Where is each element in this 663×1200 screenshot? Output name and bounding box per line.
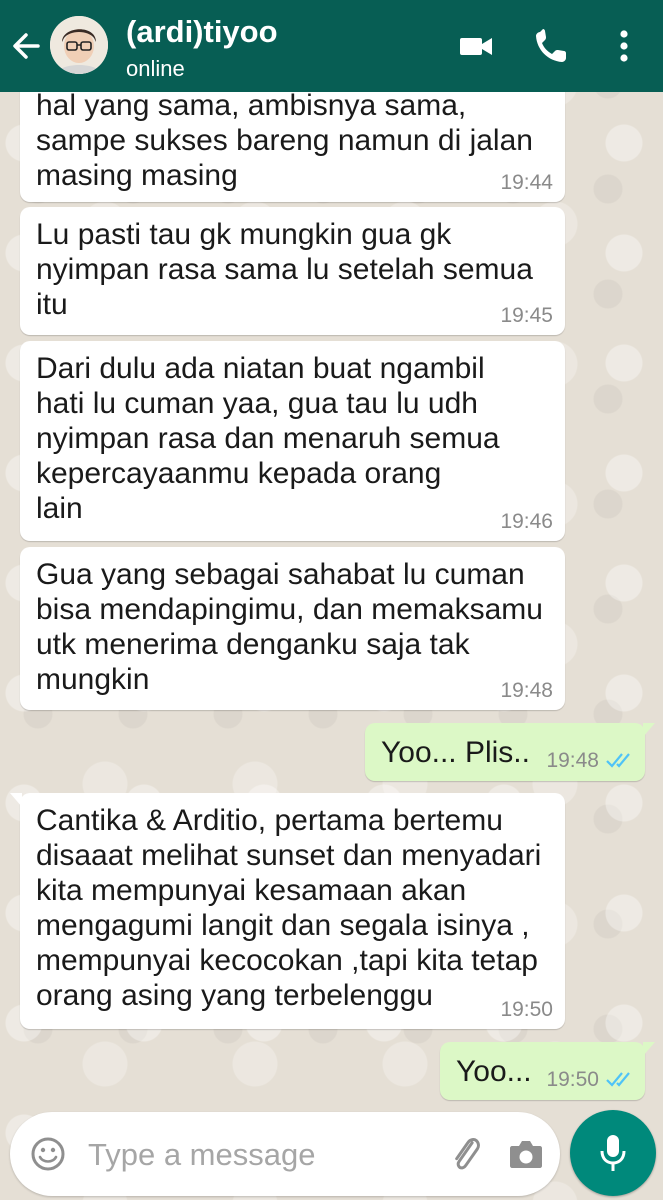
emoji-icon — [31, 1137, 65, 1171]
message-time: 19:50 — [546, 1068, 599, 1091]
message-composer — [10, 1112, 560, 1196]
arrow-left-icon — [13, 33, 40, 59]
message-time: 19:44 — [500, 171, 553, 194]
message-bubble-outgoing[interactable]: Yoo... Plis.. 19:48 — [365, 723, 655, 781]
message-time: 19:46 — [500, 510, 553, 533]
bubble-tail — [643, 723, 655, 737]
bubble-tail — [10, 793, 22, 807]
contact-status: online — [126, 56, 185, 81]
double-check-read-icon — [606, 1072, 630, 1087]
message-bubble-incoming[interactable]: Cantika & Arditio, pertama bertemu disaa… — [10, 793, 565, 1029]
camera-button[interactable] — [504, 1132, 548, 1176]
contact-name[interactable]: (ardi)tiyoo — [126, 14, 278, 50]
back-button[interactable] — [8, 28, 48, 64]
message-time: 19:48 — [500, 679, 553, 702]
message-text: Cantika & Arditio, pertama bertemu disaa… — [36, 804, 542, 1012]
message-text: Gua yang sebagai sahabat lu cuman bisa m… — [36, 558, 543, 696]
mic-icon — [600, 1135, 626, 1171]
message-bubble-outgoing[interactable]: Yoo... 19:50 — [440, 1042, 655, 1100]
contact-avatar[interactable] — [50, 16, 108, 74]
voice-call-icon — [536, 29, 566, 62]
more-vert-icon — [620, 30, 628, 62]
voice-call-button[interactable] — [532, 26, 570, 66]
camera-icon — [510, 1141, 542, 1168]
message-time: 19:50 — [500, 998, 553, 1021]
video-call-icon — [460, 38, 492, 55]
message-time: 19:45 — [500, 304, 553, 327]
mic-button[interactable] — [570, 1110, 656, 1196]
video-call-button[interactable] — [458, 26, 494, 66]
message-bubble-incoming[interactable]: Dari dulu ada niatan buat ngambil hati l… — [20, 341, 565, 541]
emoji-button[interactable] — [28, 1134, 68, 1174]
message-bubble-incoming[interactable]: Lu pasti tau gk mungkin gua gk nyimpan r… — [20, 207, 565, 335]
message-time: 19:48 — [546, 749, 599, 772]
double-check-read-icon — [606, 753, 630, 768]
attach-button[interactable] — [444, 1132, 488, 1176]
message-bubble-incoming[interactable]: Gua yang sebagai sahabat lu cuman bisa m… — [20, 547, 565, 710]
message-text: Dari dulu ada niatan buat ngambil hati l… — [36, 352, 500, 525]
message-input[interactable] — [86, 1132, 390, 1178]
attach-icon — [455, 1138, 480, 1170]
message-text: hal yang sama, ambisnya sama, sampe suks… — [36, 89, 533, 192]
avatar-image — [50, 16, 108, 74]
more-options-button[interactable] — [614, 26, 634, 66]
bubble-tail — [643, 1042, 655, 1056]
message-text: Lu pasti tau gk mungkin gua gk nyimpan r… — [36, 218, 533, 321]
chat-header: (ardi)tiyoo online — [0, 0, 663, 92]
